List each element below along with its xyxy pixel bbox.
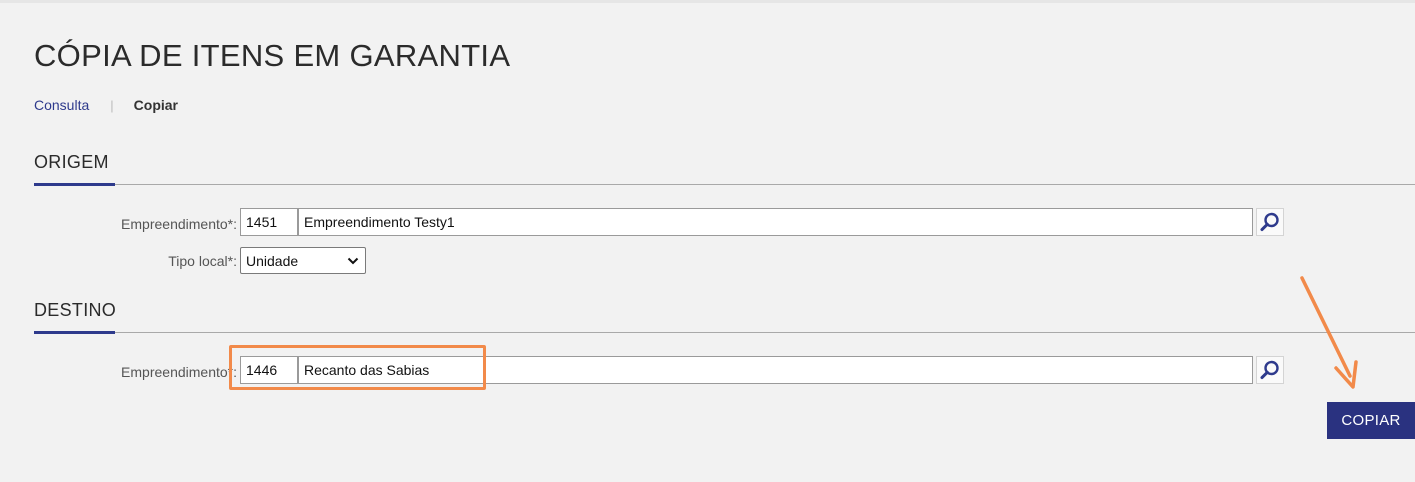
- page: CÓPIA DE ITENS EM GARANTIA Consulta | Co…: [0, 0, 1415, 482]
- destino-section-header: DESTINO: [34, 300, 1415, 334]
- copy-button[interactable]: COPIAR: [1327, 402, 1415, 439]
- search-icon: [1260, 212, 1279, 232]
- origem-empreendimento-code-input[interactable]: [240, 208, 298, 236]
- arrow-annotation-icon: [1300, 276, 1358, 389]
- origem-section-title: ORIGEM: [34, 152, 109, 172]
- origem-empreendimento-label: Empreendimento*:: [121, 216, 237, 232]
- origem-empreendimento-name-input[interactable]: [298, 208, 1253, 236]
- origem-tipo-local-select[interactable]: Unidade: [240, 247, 366, 274]
- search-icon: [1260, 360, 1279, 380]
- origem-section-underline: [34, 183, 115, 186]
- destino-section-title: DESTINO: [34, 300, 117, 320]
- origem-search-button[interactable]: [1256, 208, 1284, 236]
- origem-section-header: ORIGEM: [34, 152, 1415, 186]
- tipo-local-selected-value: Unidade: [246, 252, 299, 269]
- breadcrumb-consulta-link[interactable]: Consulta: [34, 97, 89, 113]
- page-title: CÓPIA DE ITENS EM GARANTIA: [34, 38, 511, 73]
- top-divider: [0, 0, 1415, 3]
- destino-highlight-annotation: [229, 345, 486, 390]
- breadcrumb-current: Copiar: [133, 97, 178, 113]
- chevron-down-icon: [347, 257, 359, 264]
- destino-search-button[interactable]: [1256, 356, 1284, 384]
- origem-tipo-local-label: Tipo local*:: [168, 253, 237, 269]
- breadcrumb: Consulta | Copiar: [34, 97, 178, 113]
- breadcrumb-separator: |: [110, 97, 114, 113]
- destino-section-underline: [34, 331, 115, 334]
- destino-empreendimento-label: Empreendimento*:: [121, 364, 237, 380]
